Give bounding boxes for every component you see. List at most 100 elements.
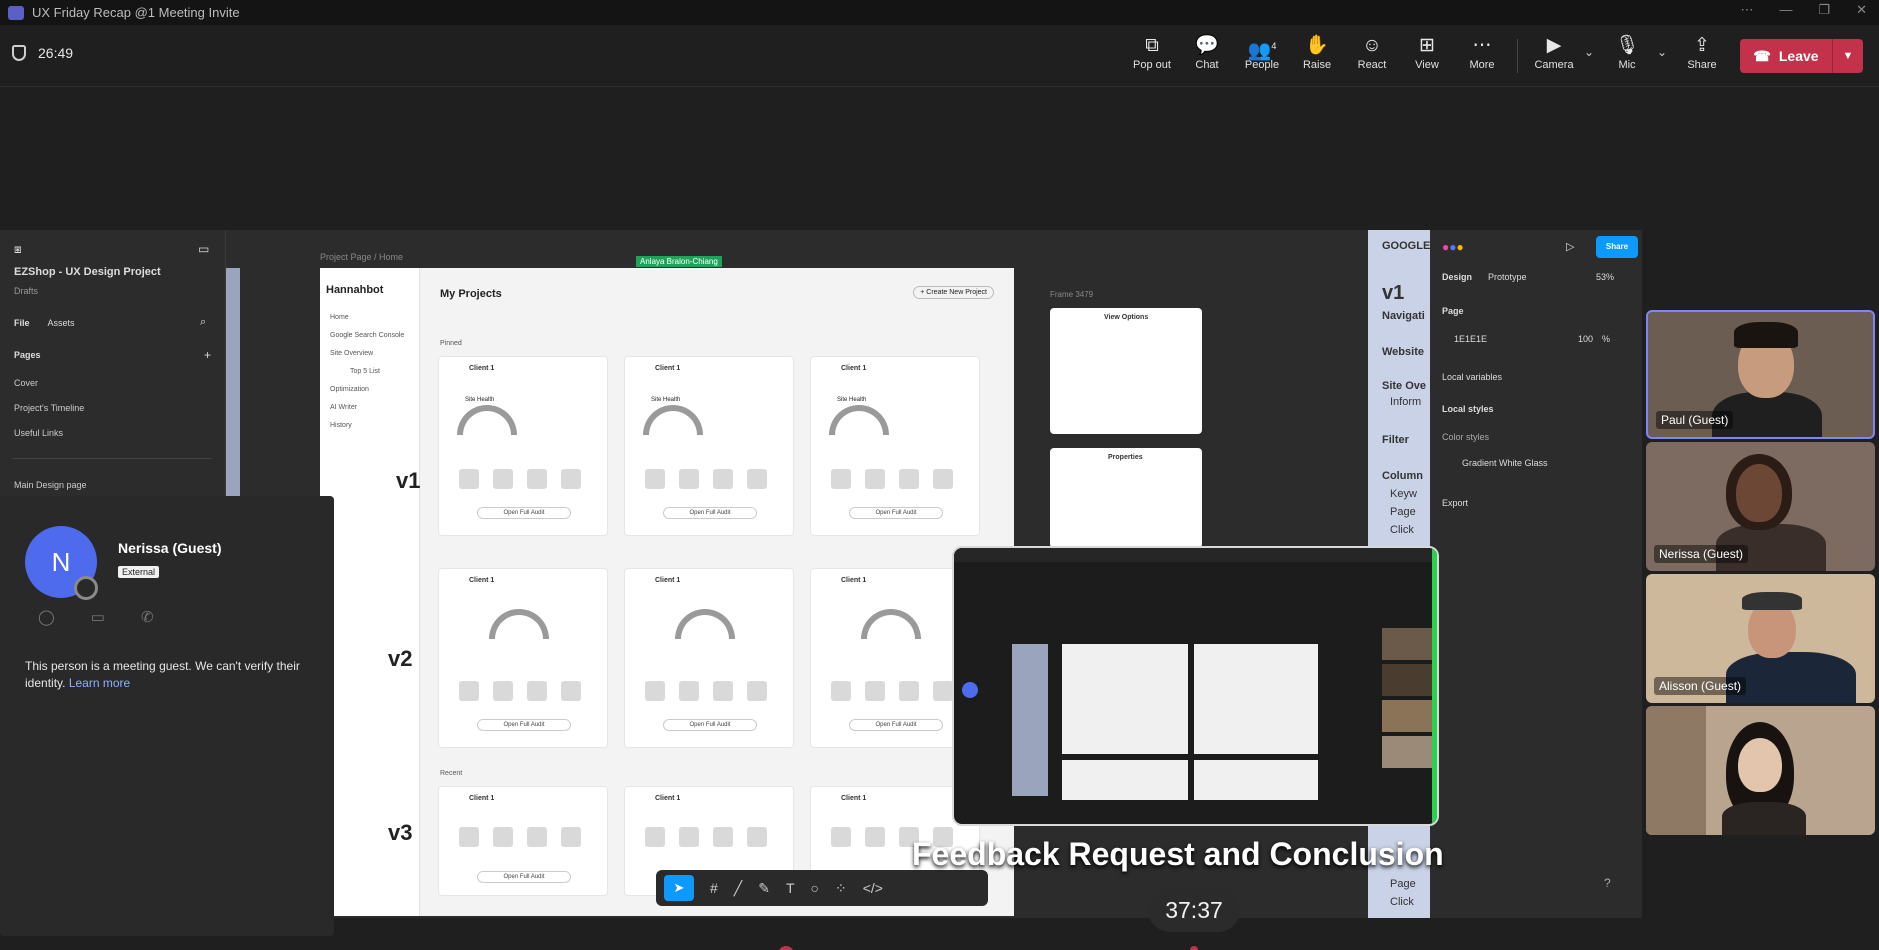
participant-tile[interactable]: Alisson (Guest) [1646, 574, 1875, 703]
mock-card-title: Client 1 [655, 365, 681, 372]
mock-boxes [645, 469, 767, 489]
participant-body [1722, 802, 1806, 835]
gradient-style-item[interactable]: Gradient White Glass [1462, 458, 1548, 468]
participant-tile[interactable] [1646, 706, 1875, 835]
mock-audit-button: Open Full Audit [477, 719, 571, 731]
leave-button[interactable]: ☎ Leave ▼ [1740, 39, 1863, 73]
elapsed-time: 26:49 [38, 45, 74, 61]
pen-tool-icon[interactable]: ✎ [758, 880, 770, 897]
react-button[interactable]: ☺ React [1344, 33, 1400, 79]
dev-mode-icon[interactable]: </> [863, 880, 883, 896]
version-label: v2 [388, 646, 413, 671]
mock-boxes [459, 681, 581, 701]
mock-boxes [459, 827, 581, 847]
collaborator-avatars: ●●● [1442, 240, 1464, 254]
leave-main[interactable]: ☎ Leave [1740, 39, 1833, 73]
people-icon: 👥4 [1247, 40, 1277, 62]
phone-icon[interactable]: ✆ [141, 608, 154, 626]
frame-tool-icon[interactable]: # [710, 880, 718, 896]
restore-button[interactable]: ❐ [1818, 2, 1830, 18]
view-button[interactable]: ⊞ View [1399, 33, 1455, 79]
strip-text: Page [1390, 878, 1416, 890]
page-opacity-value[interactable]: 100 [1578, 334, 1593, 344]
page-item[interactable]: Main Design page [14, 480, 87, 490]
mock-boxes [831, 469, 953, 489]
tab-file[interactable]: File [14, 318, 30, 328]
line-tool-icon[interactable]: ╱ [734, 880, 742, 897]
toolbar-divider [1517, 39, 1518, 73]
mic-button[interactable]: 🎙 Mic [1599, 33, 1655, 79]
mock-gauge [675, 609, 735, 639]
leave-options-chevron-icon[interactable]: ▼ [1833, 50, 1863, 62]
raise-hand-icon: ✋ [1305, 35, 1329, 56]
chat-button[interactable]: 💬 Chat [1179, 33, 1235, 79]
view-grid-icon: ⊞ [1419, 35, 1435, 56]
zoom-level[interactable]: 53% [1596, 272, 1614, 282]
mock-site-health: Site Health [837, 397, 867, 403]
page-section-label: Page [1442, 306, 1464, 316]
project-name[interactable]: EZShop - UX Design Project [14, 266, 161, 278]
more-window-icon[interactable]: ⋯ [1740, 2, 1753, 18]
tab-prototype[interactable]: Prototype [1488, 272, 1527, 282]
participant-tile[interactable]: Nerissa (Guest) [1646, 442, 1875, 571]
participant-name: Alisson (Guest) [1654, 677, 1747, 695]
camera-button[interactable]: ▶︎ Camera [1526, 33, 1582, 79]
move-tool-icon[interactable]: ➤ [664, 875, 694, 901]
close-window-button[interactable]: ✕ [1856, 2, 1867, 18]
mock-nav-item: Home [330, 314, 349, 321]
add-page-icon[interactable]: + [204, 348, 211, 362]
version-label: v1 [396, 468, 421, 493]
participant-face [1738, 738, 1782, 792]
mic-options-chevron-icon[interactable]: ⌄ [1657, 45, 1667, 59]
pop-out-button[interactable]: ⧉ Pop out [1124, 33, 1180, 79]
present-icon[interactable]: ▷ [1566, 240, 1574, 253]
page-item[interactable]: Useful Links [14, 428, 63, 438]
slide-caption: Feedback Request and Conclusion [912, 836, 1444, 872]
chat-icon: 💬 [1195, 35, 1219, 56]
figma-share-button[interactable]: Share [1596, 236, 1638, 258]
design-frame[interactable]: Hannahbot Home Google Search Console Sit… [320, 268, 1014, 916]
mock-card: Client 1 Site Health Open Full Audit [438, 356, 608, 536]
mock-nav-item: History [330, 422, 352, 429]
video-call-icon[interactable]: ▭ [91, 608, 105, 626]
tab-assets[interactable]: Assets [48, 318, 75, 328]
mock-card-title: Client 1 [655, 795, 681, 802]
page-color-value[interactable]: 1E1E1E [1454, 334, 1487, 344]
participant-tile[interactable]: Paul (Guest) [1646, 310, 1875, 439]
page-item[interactable]: Cover [14, 378, 38, 388]
strip-text: Navigati [1382, 310, 1425, 322]
search-icon[interactable]: ⌕ [200, 316, 206, 329]
properties-panel: Properties [1050, 448, 1202, 548]
people-button[interactable]: 👥4 People [1234, 33, 1290, 79]
local-variables-label[interactable]: Local variables [1442, 372, 1502, 382]
comment-tool-icon[interactable]: ○ [811, 880, 819, 896]
preview-avatar [962, 682, 978, 698]
window-title: UX Friday Recap @1 Meeting Invite [32, 5, 240, 20]
more-button[interactable]: ⋯ More [1454, 33, 1510, 79]
raise-hand-button[interactable]: ✋ Raise [1289, 33, 1345, 79]
share-button[interactable]: ⇪ Share [1674, 33, 1730, 79]
export-label[interactable]: Export [1442, 498, 1468, 508]
camera-options-chevron-icon[interactable]: ⌄ [1584, 45, 1594, 59]
sidebar-toggle-icon[interactable]: ▭ [198, 242, 209, 256]
strip-text: GOOGLE [1382, 240, 1430, 252]
pages-divider [12, 458, 212, 459]
countdown-clock: 37:37 [1148, 888, 1240, 932]
mock-nav-item: AI Writer [330, 404, 358, 411]
components-tool-icon[interactable]: ⁘ [835, 880, 847, 897]
text-tool-icon[interactable]: T [786, 880, 795, 896]
mock-pinned-label: Pinned [440, 340, 462, 347]
mock-gauge [861, 609, 921, 639]
pages-heading: Pages [14, 350, 41, 360]
chat-icon[interactable]: ◯ [38, 608, 55, 626]
page-item[interactable]: Project's Timeline [14, 403, 84, 413]
minimize-button[interactable]: — [1779, 2, 1792, 18]
avatar: ● [1449, 240, 1457, 254]
learn-more-link[interactable]: Learn more [69, 676, 130, 690]
tab-design[interactable]: Design [1442, 272, 1472, 282]
figma-menu-icon[interactable]: ⧆ [14, 242, 22, 257]
help-icon[interactable]: ? [1604, 876, 1611, 890]
mock-gauge [489, 609, 549, 639]
avatar: ● [1456, 240, 1464, 254]
page-opacity-unit: % [1602, 334, 1611, 344]
